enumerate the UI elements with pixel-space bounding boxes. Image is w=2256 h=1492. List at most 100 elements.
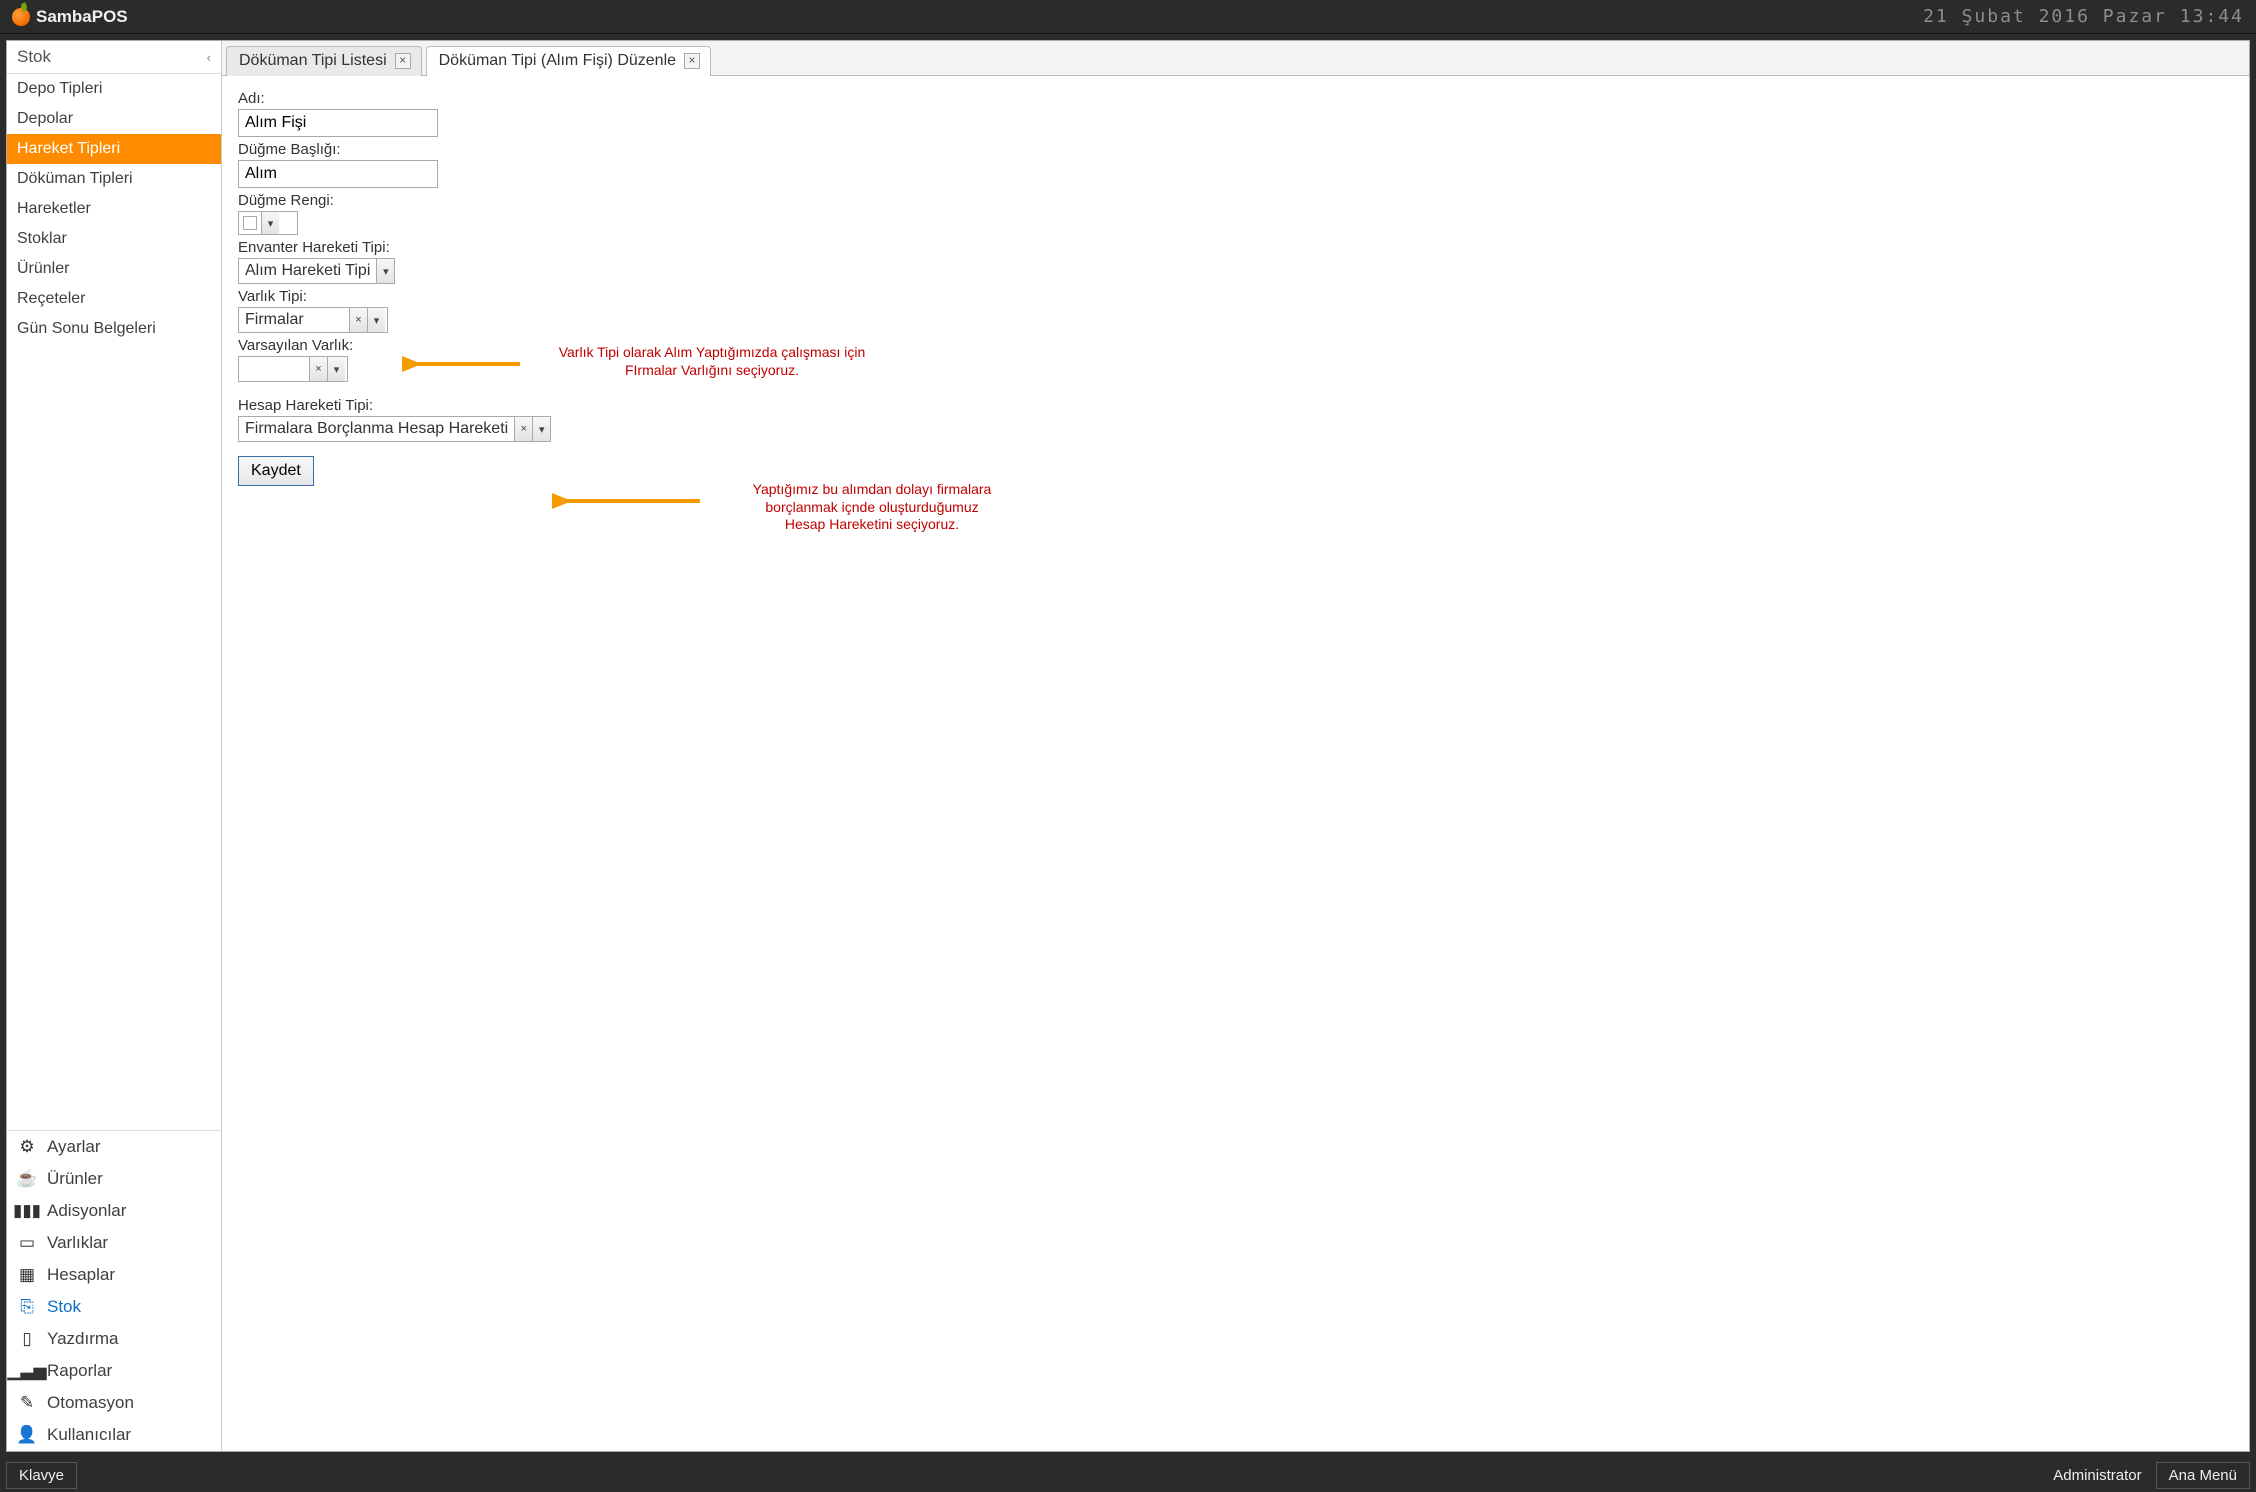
sidebar-item-label: Gün Sonu Belgeleri xyxy=(17,320,156,337)
module-kullanicilar[interactable]: 👤Kullanıcılar xyxy=(7,1419,221,1451)
sidebar-item-hareket-tipleri[interactable]: Hareket Tipleri xyxy=(7,134,221,164)
entity-type-label: Varlık Tipi: xyxy=(238,288,2233,305)
workspace: Stok ‹ Depo Tipleri Depolar Hareket Tipl… xyxy=(6,40,2250,1452)
module-varliklar[interactable]: ▭ Varlıklar xyxy=(7,1227,221,1259)
module-stok[interactable]: ⎘ Stok xyxy=(7,1291,221,1323)
module-label: Raporlar xyxy=(47,1361,112,1381)
module-adisyonlar[interactable]: ▮▮▮ Adisyonlar xyxy=(7,1195,221,1227)
cup-icon: ☕ xyxy=(17,1169,37,1189)
arrow-icon xyxy=(552,491,702,511)
account-trans-type-label: Hesap Hareketi Tipi: xyxy=(238,397,2233,414)
module-label: Ayarlar xyxy=(47,1137,101,1157)
page-icon: ▯ xyxy=(17,1329,37,1349)
chevron-left-icon: ‹ xyxy=(207,50,211,65)
module-ayarlar[interactable]: ⚙ Ayarlar xyxy=(7,1131,221,1163)
sidebar-item-label: Depo Tipleri xyxy=(17,80,102,97)
module-label: Adisyonlar xyxy=(47,1201,126,1221)
tab-label: Döküman Tipi Listesi xyxy=(239,52,387,70)
sidebar-item-hareketler[interactable]: Hareketler xyxy=(7,194,221,224)
close-icon[interactable]: × xyxy=(684,53,700,69)
button-title-label: Düğme Başlığı: xyxy=(238,141,2233,158)
sidebar-item-label: Hareketler xyxy=(17,200,91,217)
statusbar: Klavye Administrator Ana Menü xyxy=(0,1458,2256,1492)
inv-trans-type-select[interactable]: Alım Hareketi Tipi ▾ xyxy=(238,258,395,284)
name-label: Adı: xyxy=(238,90,2233,107)
clear-icon[interactable]: × xyxy=(349,308,367,332)
color-swatch xyxy=(243,216,257,230)
chevron-down-icon[interactable]: ▾ xyxy=(376,259,394,283)
tab-dokuman-tipi-listesi[interactable]: Döküman Tipi Listesi × xyxy=(226,46,422,76)
peach-icon xyxy=(12,8,30,26)
sidebar-item-depo-tipleri[interactable]: Depo Tipleri xyxy=(7,74,221,104)
stock-icon: ⎘ xyxy=(17,1297,37,1317)
chevron-down-icon[interactable]: ▾ xyxy=(532,417,550,441)
tab-dokuman-tipi-duzenle[interactable]: Döküman Tipi (Alım Fişi) Düzenle × xyxy=(426,46,711,76)
annotation-account-trans-type: Yaptığımız bu alımdan dolayı firmalara b… xyxy=(712,481,1032,534)
pen-icon: ✎ xyxy=(17,1393,37,1413)
module-raporlar[interactable]: ▁▃▅ Raporlar xyxy=(7,1355,221,1387)
button-color-select[interactable]: ▾ xyxy=(238,211,298,235)
sidebar-item-label: Ürünler xyxy=(17,260,69,277)
inv-trans-type-label: Envanter Hareketi Tipi: xyxy=(238,239,2233,256)
save-button[interactable]: Kaydet xyxy=(238,456,314,486)
module-label: Yazdırma xyxy=(47,1329,119,1349)
sidebar-header-label: Stok xyxy=(17,47,51,67)
gear-icon: ⚙ xyxy=(17,1137,37,1157)
sidebar-item-receteler[interactable]: Reçeteler xyxy=(7,284,221,314)
module-list: ⚙ Ayarlar ☕ Ürünler ▮▮▮ Adisyonlar ▭ Varlıkl… xyxy=(7,1130,221,1451)
user-icon: 👤 xyxy=(17,1425,37,1445)
module-label: Varlıklar xyxy=(47,1233,108,1253)
app-title: SambaPOS xyxy=(36,7,128,27)
main-panel: Döküman Tipi Listesi × Döküman Tipi (Alı… xyxy=(222,41,2249,1451)
module-label: Hesaplar xyxy=(47,1265,115,1285)
inv-trans-type-value: Alım Hareketi Tipi xyxy=(239,259,376,283)
bars-icon: ▁▃▅ xyxy=(17,1361,37,1381)
module-yazdirma[interactable]: ▯ Yazdırma xyxy=(7,1323,221,1355)
app-logo: SambaPOS xyxy=(12,7,128,27)
books-icon: ▮▮▮ xyxy=(17,1201,37,1221)
clear-icon[interactable]: × xyxy=(514,417,532,441)
default-entity-label: Varsayılan Varlık: xyxy=(238,337,2233,354)
card-icon: ▭ xyxy=(17,1233,37,1253)
sidebar-item-stoklar[interactable]: Stoklar xyxy=(7,224,221,254)
sidebar-header[interactable]: Stok ‹ xyxy=(7,41,221,74)
sidebar-item-depolar[interactable]: Depolar xyxy=(7,104,221,134)
module-urunler[interactable]: ☕ Ürünler xyxy=(7,1163,221,1195)
chevron-down-icon[interactable]: ▾ xyxy=(367,308,385,332)
account-trans-type-value: Firmalara Borçlanma Hesap Hareketi xyxy=(239,417,514,441)
sidebar-item-label: Döküman Tipleri xyxy=(17,170,133,187)
module-hesaplar[interactable]: ▦ Hesaplar xyxy=(7,1259,221,1291)
sidebar-item-label: Reçeteler xyxy=(17,290,85,307)
grid-icon: ▦ xyxy=(17,1265,37,1285)
clear-icon[interactable]: × xyxy=(309,357,327,381)
tabstrip: Döküman Tipi Listesi × Döküman Tipi (Alı… xyxy=(222,41,2249,76)
titlebar: SambaPOS 21 Şubat 2016 Pazar 13:44 xyxy=(0,0,2256,34)
button-title-input[interactable] xyxy=(238,160,438,188)
module-label: Otomasyon xyxy=(47,1393,134,1413)
sidebar-item-gun-sonu-belgeleri[interactable]: Gün Sonu Belgeleri xyxy=(7,314,221,344)
keyboard-button[interactable]: Klavye xyxy=(6,1462,77,1489)
sidebar-item-dokuman-tipleri[interactable]: Döküman Tipleri xyxy=(7,164,221,194)
chevron-down-icon[interactable]: ▾ xyxy=(261,212,279,234)
button-color-label: Düğme Rengi: xyxy=(238,192,2233,209)
name-input[interactable] xyxy=(238,109,438,137)
sidebar-item-label: Stoklar xyxy=(17,230,67,247)
default-entity-select[interactable]: × ▾ xyxy=(238,356,348,382)
default-entity-value xyxy=(239,357,309,381)
module-otomasyon[interactable]: ✎ Otomasyon xyxy=(7,1387,221,1419)
sidebar-item-urunler[interactable]: Ürünler xyxy=(7,254,221,284)
datetime-label: 21 Şubat 2016 Pazar 13:44 xyxy=(1923,6,2244,27)
sidebar-sublist: Depo Tipleri Depolar Hareket Tipleri Dök… xyxy=(7,74,221,344)
module-label: Stok xyxy=(47,1297,81,1317)
tab-label: Döküman Tipi (Alım Fişi) Düzenle xyxy=(439,52,676,70)
sidebar-item-label: Hareket Tipleri xyxy=(17,140,120,157)
module-label: Ürünler xyxy=(47,1169,103,1189)
main-menu-button[interactable]: Ana Menü xyxy=(2156,1462,2250,1489)
chevron-down-icon[interactable]: ▾ xyxy=(327,357,345,381)
account-trans-type-select[interactable]: Firmalara Borçlanma Hesap Hareketi × ▾ xyxy=(238,416,551,442)
sidebar: Stok ‹ Depo Tipleri Depolar Hareket Tipl… xyxy=(7,41,222,1451)
form-area: Adı: Düğme Başlığı: Düğme Rengi: ▾ Envan… xyxy=(222,76,2249,1451)
entity-type-value: Firmalar xyxy=(239,308,349,332)
entity-type-select[interactable]: Firmalar × ▾ xyxy=(238,307,388,333)
close-icon[interactable]: × xyxy=(395,53,411,69)
